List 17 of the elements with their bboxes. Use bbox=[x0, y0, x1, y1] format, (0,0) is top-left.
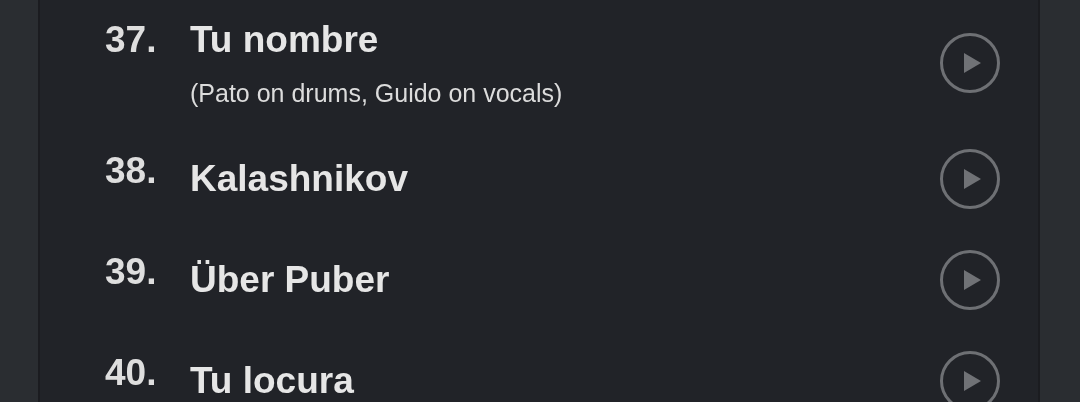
play-icon bbox=[962, 370, 982, 392]
track-note: (Pato on drums, Guido on vocals) bbox=[190, 78, 564, 108]
play-icon bbox=[962, 52, 982, 74]
track-title: Kalashnikov bbox=[190, 157, 409, 201]
track-number: 37. bbox=[105, 18, 158, 62]
track-title: Über Puber bbox=[190, 258, 391, 302]
play-button[interactable] bbox=[940, 351, 1000, 402]
play-button[interactable] bbox=[940, 33, 1000, 93]
play-button[interactable] bbox=[940, 149, 1000, 209]
track-title: Tu nombre bbox=[190, 18, 380, 62]
track-number: 39. bbox=[105, 250, 158, 294]
track-number: 38. bbox=[105, 149, 158, 193]
play-icon bbox=[962, 168, 982, 190]
play-icon bbox=[962, 269, 982, 291]
track-title: Tu locura bbox=[190, 359, 355, 402]
play-button[interactable] bbox=[940, 250, 1000, 310]
track-number: 40. bbox=[105, 351, 158, 395]
